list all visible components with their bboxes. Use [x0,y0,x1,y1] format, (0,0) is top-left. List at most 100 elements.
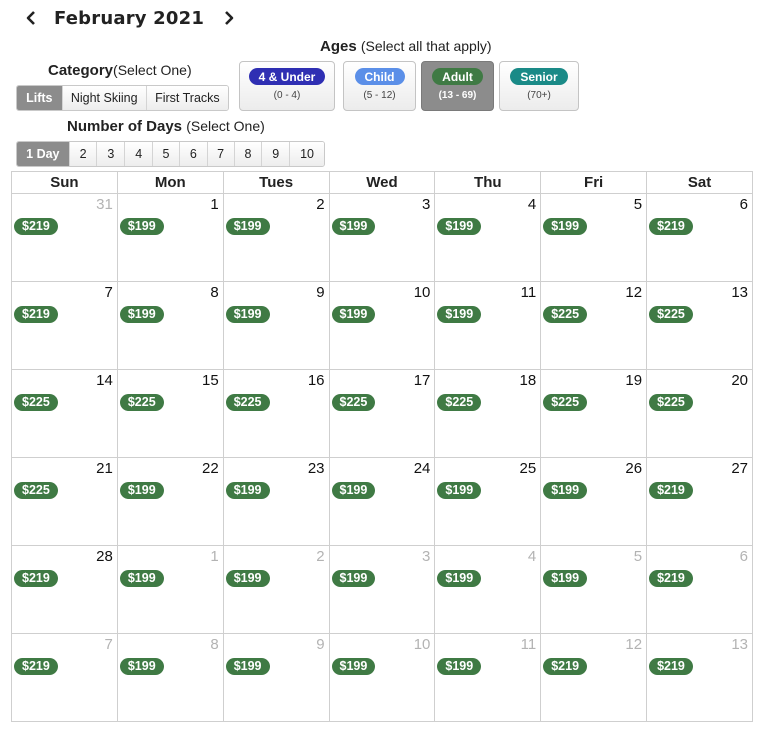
calendar-day-cell[interactable]: 11 $199 [434,633,542,722]
calendar-day-cell[interactable]: 8 $199 [116,633,224,722]
price-badge[interactable]: $199 [225,570,270,587]
price-badge[interactable]: $199 [331,658,376,675]
days-option-1[interactable]: 1 Day [17,142,70,166]
calendar-day-cell[interactable]: 16 $225 [222,369,330,458]
price-badge[interactable]: $199 [119,570,164,587]
chevron-left-icon[interactable] [22,6,40,30]
calendar-day-cell[interactable]: 20 $225 [646,369,753,458]
days-option-7[interactable]: 7 [207,142,235,166]
price-badge[interactable]: $199 [225,306,270,323]
days-option-4[interactable]: 4 [125,142,154,166]
price-badge[interactable]: $199 [331,218,376,235]
category-option-night-skiing[interactable]: Night Skiing [62,86,147,110]
calendar-day-cell[interactable]: 12 $219 [540,633,648,722]
price-badge[interactable]: $199 [543,570,588,587]
calendar-day-cell[interactable]: 6 $219 [646,545,753,634]
calendar-day-cell[interactable]: 31 $219 [11,193,118,282]
price-badge[interactable]: $199 [331,482,376,499]
calendar-day-cell[interactable]: 24 $199 [328,457,436,546]
chevron-right-icon[interactable] [220,6,238,30]
days-option-10[interactable]: 10 [290,142,324,166]
days-option-2[interactable]: 2 [69,142,98,166]
calendar-day-cell[interactable]: 1 $199 [116,193,224,282]
calendar-day-cell[interactable]: 17 $225 [328,369,436,458]
price-badge[interactable]: $199 [437,306,482,323]
price-badge[interactable]: $219 [14,306,58,323]
calendar-day-cell[interactable]: 7 $219 [11,281,118,370]
calendar-day-cell[interactable]: 21 $225 [11,457,118,546]
price-badge[interactable]: $225 [331,394,376,411]
calendar-day-cell[interactable]: 13 $219 [646,633,753,722]
calendar-day-cell[interactable]: 19 $225 [540,369,648,458]
calendar-day-cell[interactable]: 4 $199 [434,545,542,634]
calendar-day-cell[interactable]: 9 $199 [222,281,330,370]
price-badge[interactable]: $199 [437,218,482,235]
price-badge[interactable]: $199 [543,218,588,235]
price-badge[interactable]: $225 [543,394,588,411]
calendar-day-cell[interactable]: 6 $219 [646,193,753,282]
price-badge[interactable]: $219 [14,570,58,587]
calendar-day-cell[interactable]: 26 $199 [540,457,648,546]
calendar-day-cell[interactable]: 5 $199 [540,193,648,282]
category-option-first-tracks[interactable]: First Tracks [146,86,228,110]
calendar-day-cell[interactable]: 3 $199 [328,193,436,282]
days-option-9[interactable]: 9 [262,142,291,166]
calendar-day-cell[interactable]: 8 $199 [116,281,224,370]
calendar-day-cell[interactable]: 9 $199 [222,633,330,722]
calendar-day-cell[interactable]: 1 $199 [116,545,224,634]
price-badge[interactable]: $199 [119,306,164,323]
calendar-day-cell[interactable]: 28 $219 [11,545,118,634]
price-badge[interactable]: $225 [437,394,482,411]
price-badge[interactable]: $199 [119,482,164,499]
category-option-lifts[interactable]: Lifts [17,86,63,110]
price-badge[interactable]: $225 [649,394,693,411]
calendar-day-cell[interactable]: 10 $199 [328,633,436,722]
calendar-day-cell[interactable]: 7 $219 [11,633,118,722]
price-badge[interactable]: $199 [437,482,482,499]
price-badge[interactable]: $199 [119,218,164,235]
calendar-day-cell[interactable]: 5 $199 [540,545,648,634]
days-option-3[interactable]: 3 [97,142,126,166]
age-option-senior[interactable]: Senior (70+) [499,61,579,111]
price-badge[interactable]: $225 [543,306,588,323]
days-option-5[interactable]: 5 [153,142,180,166]
calendar-day-cell[interactable]: 25 $199 [434,457,542,546]
calendar-day-cell[interactable]: 14 $225 [11,369,118,458]
price-badge[interactable]: $225 [14,394,58,411]
calendar-day-cell[interactable]: 22 $199 [116,457,224,546]
price-badge[interactable]: $225 [119,394,164,411]
price-badge[interactable]: $219 [14,218,58,235]
calendar-day-cell[interactable]: 23 $199 [222,457,330,546]
age-option-adult[interactable]: Adult (13 - 69) [421,61,494,111]
price-badge[interactable]: $199 [543,482,588,499]
price-badge[interactable]: $219 [543,658,588,675]
price-badge[interactable]: $199 [225,218,270,235]
calendar-day-cell[interactable]: 10 $199 [328,281,436,370]
price-badge[interactable]: $199 [331,306,376,323]
price-badge[interactable]: $219 [14,658,58,675]
price-badge[interactable]: $225 [14,482,58,499]
price-badge[interactable]: $225 [225,394,270,411]
calendar-day-cell[interactable]: 18 $225 [434,369,542,458]
age-option-4-under[interactable]: 4 & Under (0 - 4) [239,61,335,111]
price-badge[interactable]: $199 [225,658,270,675]
calendar-day-cell[interactable]: 15 $225 [116,369,224,458]
days-option-6[interactable]: 6 [179,142,208,166]
calendar-day-cell[interactable]: 27 $219 [646,457,753,546]
calendar-day-cell[interactable]: 2 $199 [222,193,330,282]
price-badge[interactable]: $199 [331,570,376,587]
price-badge[interactable]: $199 [437,570,482,587]
calendar-day-cell[interactable]: 3 $199 [328,545,436,634]
price-badge[interactable]: $219 [649,218,693,235]
calendar-day-cell[interactable]: 11 $199 [434,281,542,370]
calendar-day-cell[interactable]: 13 $225 [646,281,753,370]
calendar-day-cell[interactable]: 12 $225 [540,281,648,370]
price-badge[interactable]: $199 [225,482,270,499]
price-badge[interactable]: $199 [119,658,164,675]
price-badge[interactable]: $199 [437,658,482,675]
calendar-day-cell[interactable]: 4 $199 [434,193,542,282]
price-badge[interactable]: $219 [649,658,693,675]
price-badge[interactable]: $225 [649,306,693,323]
calendar-day-cell[interactable]: 2 $199 [222,545,330,634]
age-option-child[interactable]: Child (5 - 12) [343,61,416,111]
